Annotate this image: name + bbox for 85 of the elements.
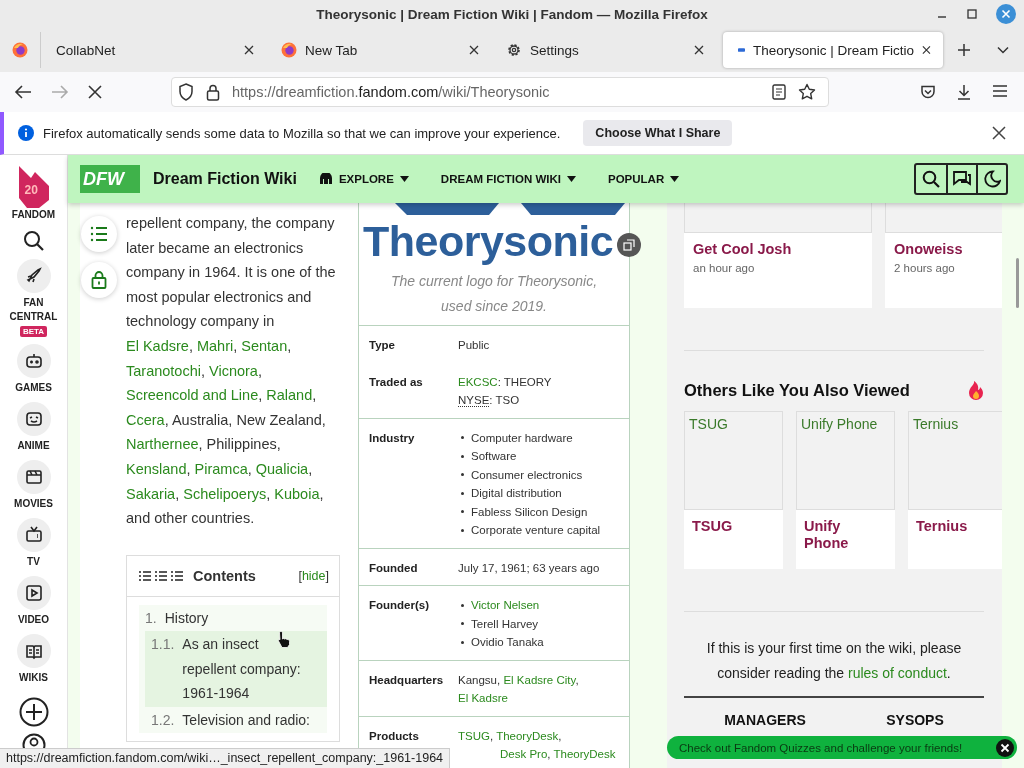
browser-tab[interactable]: New Tab (266, 32, 491, 68)
article-link[interactable]: Piramca (194, 460, 248, 477)
infobox-link[interactable]: El Kadsre (458, 692, 508, 704)
card-title[interactable]: Get Cool Josh (693, 241, 863, 257)
browser-tab[interactable]: Settings (491, 32, 716, 68)
infobox-link[interactable]: TSUG (458, 729, 490, 742)
window-title: Theorysonic | Dream Fiction Wiki | Fandom — Mozilla Firefox (316, 6, 708, 22)
sidebar-label[interactable]: VIDEO (3, 613, 64, 627)
address-field[interactable]: https://dreamfiction.fandom.com/wiki/Theorysonic (171, 77, 829, 107)
infobox-value: Fabless Silicon Design (471, 504, 588, 520)
article-card[interactable]: Ternius Ternius (908, 411, 1002, 569)
notification-message: Firefox automatically sends some data to Mozilla so that we can improve your experience. (43, 125, 561, 141)
infobox-value: , (489, 729, 495, 742)
browser-tab[interactable]: CollabNet (41, 32, 266, 68)
choose-what-i-share-button[interactable]: Choose What I Share (583, 120, 733, 146)
infobox-value: Terell Harvey (471, 616, 539, 632)
sidebar-label[interactable]: ANIME (3, 439, 64, 453)
infobox-value: Corporate venture capital (471, 523, 601, 538)
contents-title: Contents (193, 567, 256, 584)
bracket: [ (298, 568, 302, 583)
rules-link[interactable]: rules of conduct (848, 665, 947, 681)
infobox-value: Software (471, 449, 517, 464)
article-link[interactable]: Screencold and Line (126, 387, 259, 404)
article-link[interactable]: Kuboia (274, 485, 320, 502)
contents-item[interactable]: 1.1. As an insect repellent company: 1961-1964 (145, 631, 327, 707)
infobox-label: Industry (369, 430, 416, 446)
contents-item[interactable]: 1. History (139, 604, 327, 632)
staff-heading: MANAGERS (724, 712, 806, 728)
sidebar-label[interactable]: MOVIES (3, 497, 64, 511)
infobox-label: Type (369, 338, 396, 353)
card-time: 2 hours ago (894, 262, 956, 274)
infobox-label: Founded (369, 560, 419, 576)
infobox-value: , (558, 729, 562, 742)
article-card[interactable]: TSUG TSUG (684, 411, 783, 569)
infobox-value: , (547, 748, 552, 760)
card-title[interactable]: Onoweiss (894, 241, 1002, 257)
infobox-value: Consumer electronics (471, 467, 583, 483)
company-logo: Theorysonic (363, 216, 614, 267)
article-link[interactable]: Vicnora (209, 362, 258, 379)
infobox-label: Traded as (369, 374, 424, 390)
broken-image: TSUG (684, 411, 783, 510)
infobox-value: Public (458, 339, 490, 351)
infobox-value: Digital distribution (471, 486, 562, 501)
infobox-value: July 17, 1961; 63 years ago (458, 561, 600, 574)
infobox-link[interactable]: TheoryDesk (553, 748, 616, 760)
infobox-label: Headquarters (369, 672, 445, 688)
contents-item[interactable]: 1.2. Television and radio: (145, 706, 327, 734)
article-link[interactable]: Narthernee (126, 436, 199, 453)
bracket: ] (325, 568, 329, 583)
infobox-value: , (575, 673, 580, 686)
nav-menu[interactable]: POPULAR (607, 173, 680, 185)
article-link[interactable]: El Kadsre (126, 337, 189, 354)
infobox-value: : TSO (489, 394, 520, 406)
welcome-message: If this is your first time on the wiki, please consider reading the rules of conduct. (705, 639, 963, 683)
infobox-link[interactable]: EKCSC (458, 375, 498, 388)
fandom-label[interactable]: FANDOM (3, 208, 64, 222)
article-link[interactable]: Taranotochi (126, 362, 201, 379)
infobox-value: : THEORY (497, 375, 552, 388)
infobox-value: Ovidio Tanaka (471, 635, 544, 650)
hide-link[interactable]: hide (301, 568, 326, 583)
infobox-link[interactable]: Victor Nelsen (471, 596, 540, 615)
card-time: an hour ago (693, 262, 756, 274)
sidebar-label[interactable]: WIKIS (3, 671, 64, 685)
broken-image: Ternius (908, 411, 1002, 510)
browser-tab[interactable]: Theorysonic | Dream Fictio (723, 32, 943, 68)
nav-menu[interactable]: DREAM FICTION WIKI (440, 173, 576, 185)
article-paragraph: repellent company, the company later became an electronics company in 1964. It is one of the most popular electronics and technology company in El Kadsre, Mahri, Sentan, Taranotochi, Vicnora, Screencold and Line, Raland, Ccera, Australia, New Zealand, Narthernee, Philippines, Kensland, Piramca, Qualicia, Sakaria, Schelipoerys, Kuboia, and other countries. (126, 214, 337, 529)
beta-badge: BETA (19, 326, 48, 337)
infobox-value: Computer hardware (471, 430, 573, 446)
status-bar: https://dreamfiction.fandom.com/wiki…_insect_repellent_company:_1961-1964 (0, 748, 451, 768)
wiki-title[interactable]: Dream Fiction Wiki (153, 170, 297, 188)
sidebar-label[interactable]: GAMES (3, 381, 64, 395)
quiz-banner[interactable]: Check out Fandom Quizzes and challenge your friends! (667, 736, 1017, 759)
nav-menu[interactable]: EXPLORE (318, 173, 409, 185)
sidebar-label[interactable]: TV (3, 555, 64, 569)
broken-image: Unify Phone (796, 411, 895, 510)
sidebar-label[interactable]: FAN CENTRAL (3, 296, 64, 324)
infobox-label: Founder(s) (369, 598, 431, 613)
article-link[interactable]: Ccera (126, 411, 165, 428)
article-link[interactable]: Kensland (126, 460, 187, 477)
infobox-value: Kangsu, (458, 673, 502, 686)
staff-heading: SYSOPS (886, 712, 944, 728)
section-title: Others Like You Also Viewed (684, 380, 910, 400)
image-caption: The current logo for Theorysonic, used since 2019. (389, 272, 599, 316)
article-card[interactable]: Unify Phone Unify Phone (796, 411, 895, 569)
